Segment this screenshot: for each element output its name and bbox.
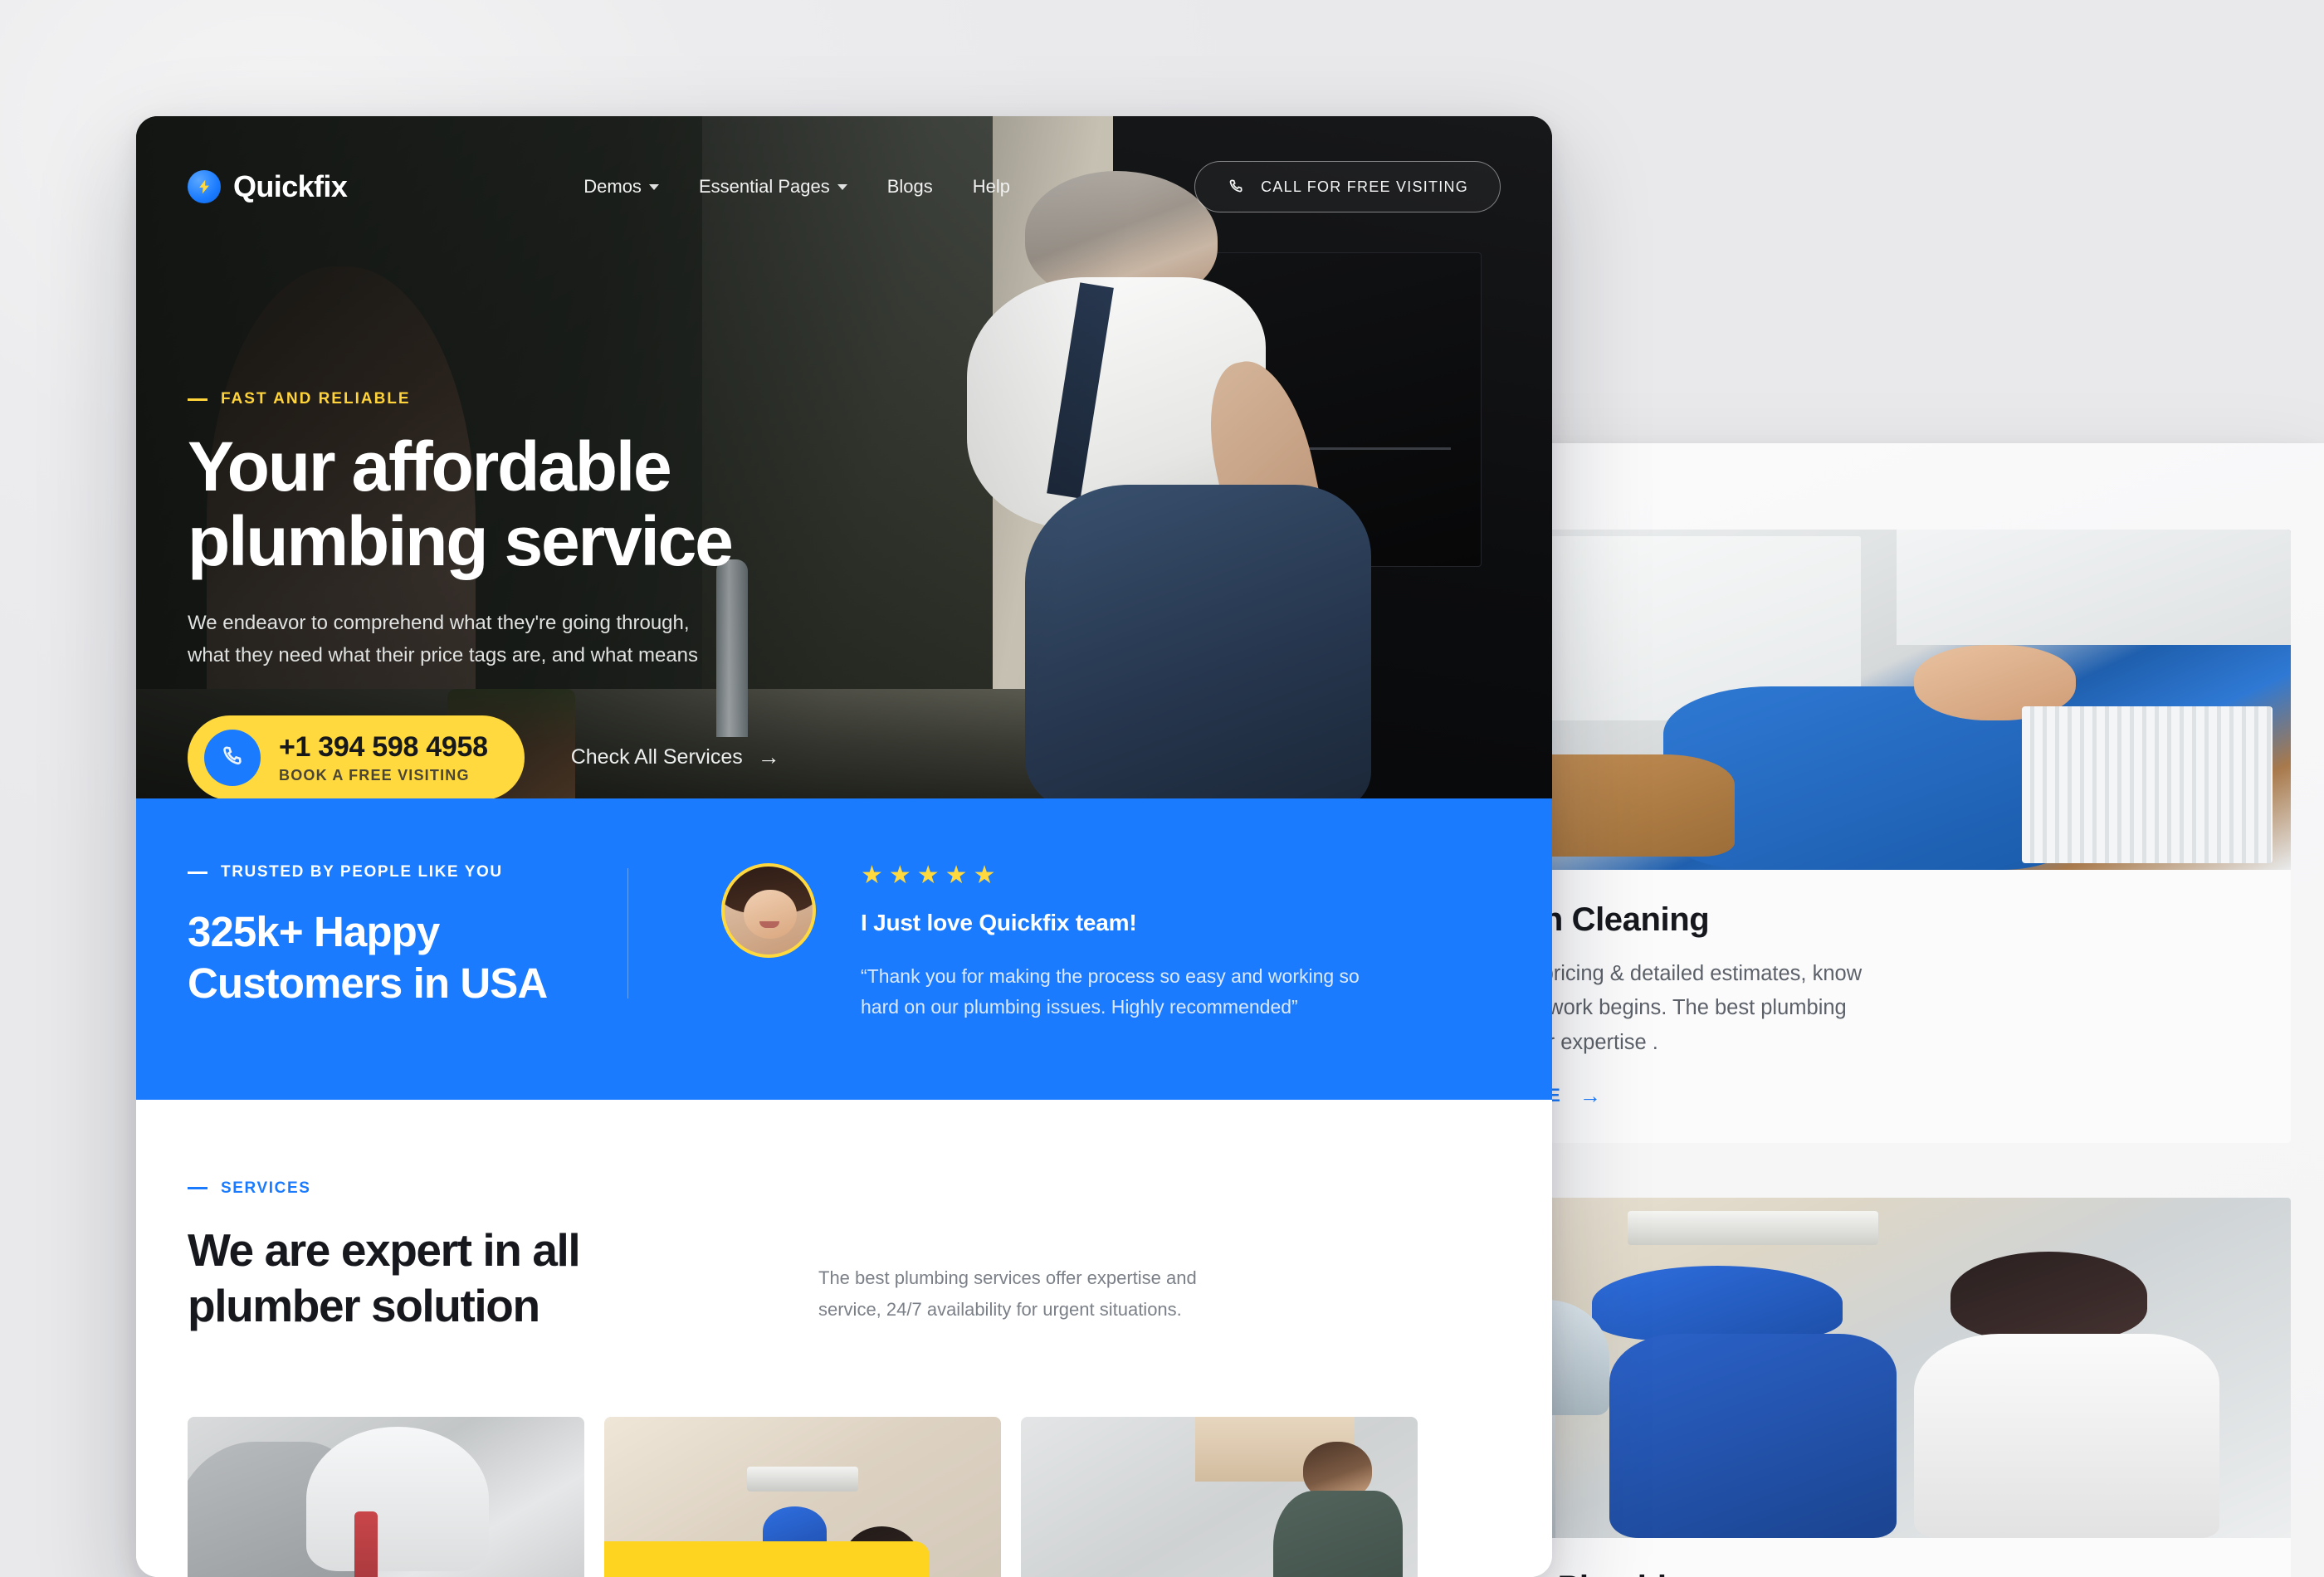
check-all-services-link[interactable]: Check All Services → <box>571 745 780 770</box>
services-heading-line-1: We are expert in all <box>188 1223 581 1276</box>
hero-title-line-1: Your affordable <box>188 427 672 505</box>
card-title: Kitchen Plumbing <box>1429 1570 2256 1577</box>
phone-icon <box>1229 178 1243 192</box>
hero-title-line-2: plumbing service <box>188 501 734 580</box>
services-tiles: 02 Commercial Cleaning → <box>188 1416 1501 1577</box>
arrow-right-icon: → <box>757 745 780 769</box>
hero-eyebrow: FAST AND RELIABLE <box>188 390 780 408</box>
nav-label: Blogs <box>886 176 933 197</box>
arrow-right-icon: → <box>1579 1082 1602 1108</box>
avatar <box>721 863 816 958</box>
hero-title: Your affordable plumbing service <box>188 427 780 580</box>
review-block: ★★★★★ I Just love Quickfix team! “Thank … <box>628 863 1392 1023</box>
main-browser-window: Quickfix Demos Essential Pages Blogs Hel… <box>136 116 1552 1577</box>
phone-icon <box>204 729 261 786</box>
services-header-row: We are expert in all plumber solution Th… <box>188 1223 1501 1334</box>
nav-label: Demos <box>583 176 642 197</box>
review-title: I Just love Quickfix team! <box>861 910 1137 935</box>
services-section: SERVICES We are expert in all plumber so… <box>136 1099 1552 1577</box>
hero-eyebrow-label: FAST AND RELIABLE <box>221 390 411 408</box>
hero-subtitle: We endeavor to comprehend what they're g… <box>188 611 699 666</box>
dash-icon <box>188 871 208 874</box>
trusted-heading-line-2: Customers in USA <box>188 959 548 1008</box>
trusted-eyebrow-label: TRUSTED BY PEOPLE LIKE YOU <box>221 863 503 881</box>
services-eyebrow: SERVICES <box>188 1179 1501 1198</box>
nav-item-blogs[interactable]: Blogs <box>887 176 933 198</box>
card-title: All Drain Cleaning <box>1429 901 1710 938</box>
trusted-heading-line-1: 325k+ Happy <box>188 908 440 955</box>
main-navigation: Quickfix Demos Essential Pages Blogs Hel… <box>136 116 1552 257</box>
nav-label: Essential Pages <box>698 176 830 197</box>
brand-logo[interactable]: Quickfix <box>188 169 348 204</box>
services-blurb: The best plumbing services offer experti… <box>818 1267 1197 1320</box>
phone-caption: BOOK A FREE VISITING <box>279 766 470 784</box>
star-rating-icon: ★★★★★ <box>861 862 1002 889</box>
phone-number: +1 394 598 4958 <box>279 730 488 763</box>
call-button-label: CALL FOR FREE VISITING <box>1261 178 1468 195</box>
trusted-eyebrow: TRUSTED BY PEOPLE LIKE YOU <box>188 863 627 881</box>
chevron-down-icon <box>837 183 847 190</box>
nav-label: Help <box>972 176 1010 197</box>
service-tile-3[interactable] <box>1021 1416 1418 1577</box>
chevron-down-icon <box>648 183 659 190</box>
dash-icon <box>188 1187 208 1189</box>
phone-cta-button[interactable]: +1 394 598 4958 BOOK A FREE VISITING <box>188 715 525 798</box>
trusted-heading: 325k+ Happy Customers in USA <box>188 906 627 1009</box>
check-services-label: Check All Services <box>570 745 743 769</box>
services-eyebrow-label: SERVICES <box>221 1179 311 1197</box>
nav-item-demos[interactable]: Demos <box>583 176 659 198</box>
hero-section: Quickfix Demos Essential Pages Blogs Hel… <box>136 116 1552 798</box>
services-heading-line-2: plumber solution <box>188 1279 540 1331</box>
review-text: “Thank you for making the process so eas… <box>861 965 1360 1018</box>
dash-icon <box>188 398 208 401</box>
hero-actions: +1 394 598 4958 BOOK A FREE VISITING Che… <box>188 715 780 798</box>
learn-more-link-drain-cleaning[interactable]: LEARN MORE → <box>1429 1085 2256 1106</box>
trusted-block: TRUSTED BY PEOPLE LIKE YOU 325k+ Happy C… <box>188 863 627 1009</box>
call-for-free-visiting-button[interactable]: CALL FOR FREE VISITING <box>1194 161 1501 212</box>
lightning-bolt-icon <box>188 170 221 203</box>
trust-band: TRUSTED BY PEOPLE LIKE YOU 325k+ Happy C… <box>136 798 1552 1100</box>
tile-badge-commercial-cleaning[interactable]: 02 Commercial Cleaning → <box>604 1540 930 1577</box>
nav-item-help[interactable]: Help <box>973 176 1010 198</box>
service-tile-2-commercial-cleaning[interactable]: 02 Commercial Cleaning → <box>604 1416 1001 1577</box>
hero-copy: FAST AND RELIABLE Your affordable plumbi… <box>188 390 780 798</box>
services-heading: We are expert in all plumber solution <box>188 1223 769 1334</box>
service-tile-1[interactable] <box>188 1416 584 1577</box>
nav-item-essential-pages[interactable]: Essential Pages <box>699 176 847 198</box>
brand-name: Quickfix <box>233 169 348 203</box>
nav-menu: Demos Essential Pages Blogs Help <box>583 176 1010 198</box>
